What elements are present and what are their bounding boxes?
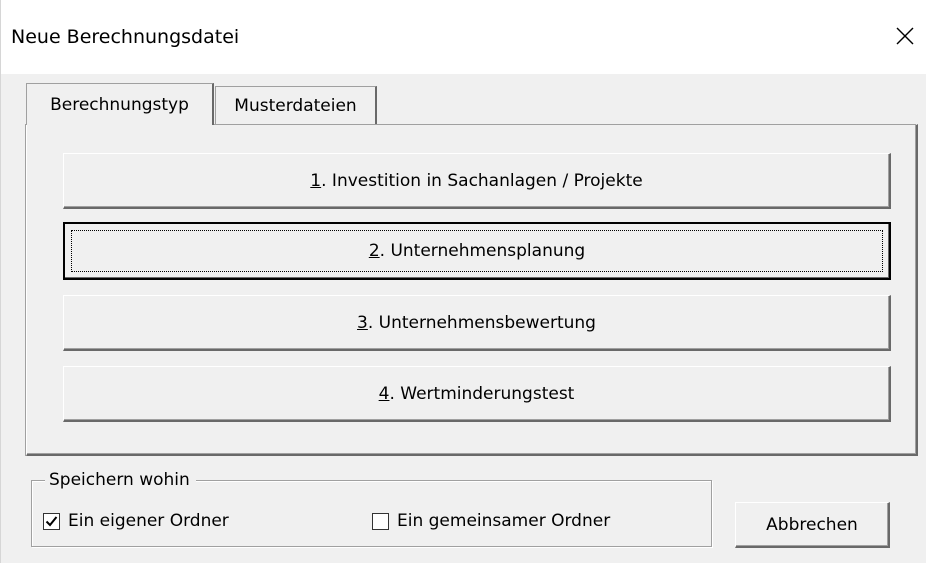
window-title: Neue Berechnungsdatei bbox=[11, 26, 240, 48]
screen: Neue Berechnungsdatei Berechnungstyp Mus… bbox=[0, 0, 926, 563]
cancel-button[interactable]: Abbrechen bbox=[735, 502, 890, 548]
button-mnemonic: 4 bbox=[378, 383, 390, 404]
shared-folder-option[interactable]: Ein gemeinsamer Ordner bbox=[372, 511, 610, 531]
button-mnemonic: 3 bbox=[357, 312, 368, 333]
tab-musterdateien[interactable]: Musterdateien bbox=[215, 86, 377, 124]
own-folder-option[interactable]: Ein eigener Ordner bbox=[43, 511, 229, 531]
wertminderungstest-button[interactable]: 4. Wertminderungstest bbox=[63, 366, 891, 422]
shared-folder-label: Ein gemeinsamer Ordner bbox=[397, 511, 611, 531]
close-button[interactable] bbox=[883, 14, 926, 58]
button-label: . Unternehmensbewertung bbox=[367, 312, 596, 333]
tab-label: Musterdateien bbox=[234, 95, 357, 116]
tab-berechnungstyp[interactable]: Berechnungstyp bbox=[26, 83, 214, 125]
dialog-window: Neue Berechnungsdatei Berechnungstyp Mus… bbox=[0, 0, 926, 563]
tab-label: Berechnungstyp bbox=[50, 94, 189, 115]
checkmark-icon bbox=[45, 515, 58, 526]
button-label: . Investition in Sachanlagen / Projekte bbox=[321, 170, 643, 191]
close-icon bbox=[896, 27, 914, 45]
button-mnemonic: 2 bbox=[368, 241, 380, 261]
own-folder-label: Ein eigener Ordner bbox=[68, 511, 229, 531]
button-mnemonic: 1 bbox=[310, 170, 322, 191]
title-bar: Neue Berechnungsdatei bbox=[1, 0, 926, 74]
button-label: . Unternehmensplanung bbox=[379, 241, 586, 261]
investition-button[interactable]: 1. Investition in Sachanlagen / Projekte bbox=[63, 153, 891, 209]
button-label: . Wertminderungstest bbox=[389, 383, 575, 404]
cancel-label: Abbrechen bbox=[766, 514, 858, 535]
own-folder-checkbox[interactable] bbox=[43, 512, 60, 530]
unternehmensbewertung-button[interactable]: 3. Unternehmensbewertung bbox=[63, 295, 891, 351]
unternehmensplanung-button[interactable]: 2. Unternehmensplanung bbox=[63, 222, 891, 280]
save-location-legend: Speichern wohin bbox=[45, 469, 196, 491]
shared-folder-checkbox[interactable] bbox=[372, 512, 389, 530]
